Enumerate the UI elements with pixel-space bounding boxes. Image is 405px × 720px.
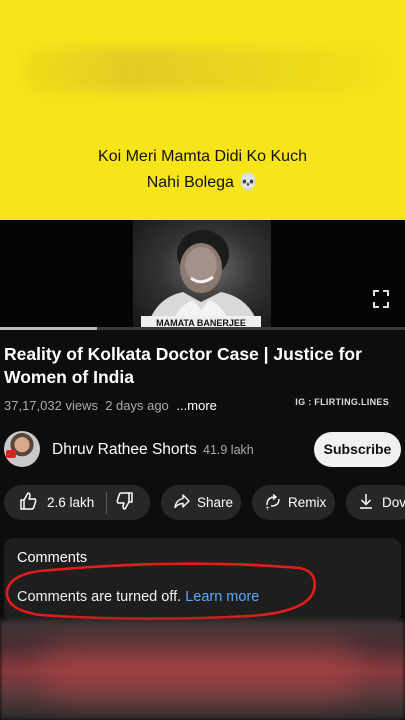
thumbs-up-icon[interactable] — [18, 491, 38, 514]
share-button[interactable]: Share — [161, 485, 241, 520]
avatar[interactable] — [4, 431, 40, 467]
like-dislike-pill: 2.6 lakh — [4, 485, 150, 520]
video-meta[interactable]: 37,17,032 views 2 days ago ...more — [4, 398, 217, 413]
red-circle-annotation — [5, 562, 316, 621]
remix-button[interactable]: + Remix — [252, 485, 335, 520]
caption-line-1: Koi Meri Mamta Didi Ko Kuch — [98, 148, 307, 165]
download-label: Dov — [382, 495, 405, 510]
video-thumbnail — [133, 220, 271, 328]
thumbs-down-icon[interactable] — [115, 491, 135, 514]
remix-label: Remix — [288, 495, 327, 510]
avatar-badge — [6, 450, 16, 458]
upload-age: 2 days ago — [105, 398, 169, 413]
overlay-caption: Koi Meri Mamta Didi Ko Kuch Nahi Bolega … — [0, 144, 405, 196]
subscribe-button[interactable]: Subscribe — [314, 432, 401, 467]
remix-icon: + — [264, 492, 282, 513]
download-icon — [358, 492, 374, 513]
skull-emoji: 💀 — [238, 174, 259, 191]
share-icon — [173, 492, 191, 513]
more-link[interactable]: ...more — [176, 398, 216, 413]
pill-divider — [106, 491, 108, 514]
portrait-graphic — [147, 230, 259, 328]
caption-line-2: Nahi Bolega 💀 — [0, 170, 405, 196]
blurred-text-strip — [20, 48, 385, 92]
like-count[interactable]: 2.6 lakh — [47, 495, 94, 510]
svg-text:+: + — [265, 505, 270, 510]
caption-line-2-text: Nahi Bolega — [146, 174, 234, 191]
subscriber-count: 41.9 lakh — [203, 443, 254, 457]
ig-watermark: IG : FLIRTING.LINES — [295, 397, 389, 407]
channel-name[interactable]: Dhruv Rathee Shorts — [52, 441, 197, 459]
share-label: Share — [197, 495, 234, 510]
blurred-background — [0, 620, 405, 720]
video-title[interactable]: Reality of Kolkata Doctor Case | Justice… — [4, 343, 402, 389]
fullscreen-icon[interactable] — [373, 290, 389, 308]
view-count: 37,17,032 views — [4, 398, 98, 413]
download-button[interactable]: Dov — [346, 485, 405, 520]
